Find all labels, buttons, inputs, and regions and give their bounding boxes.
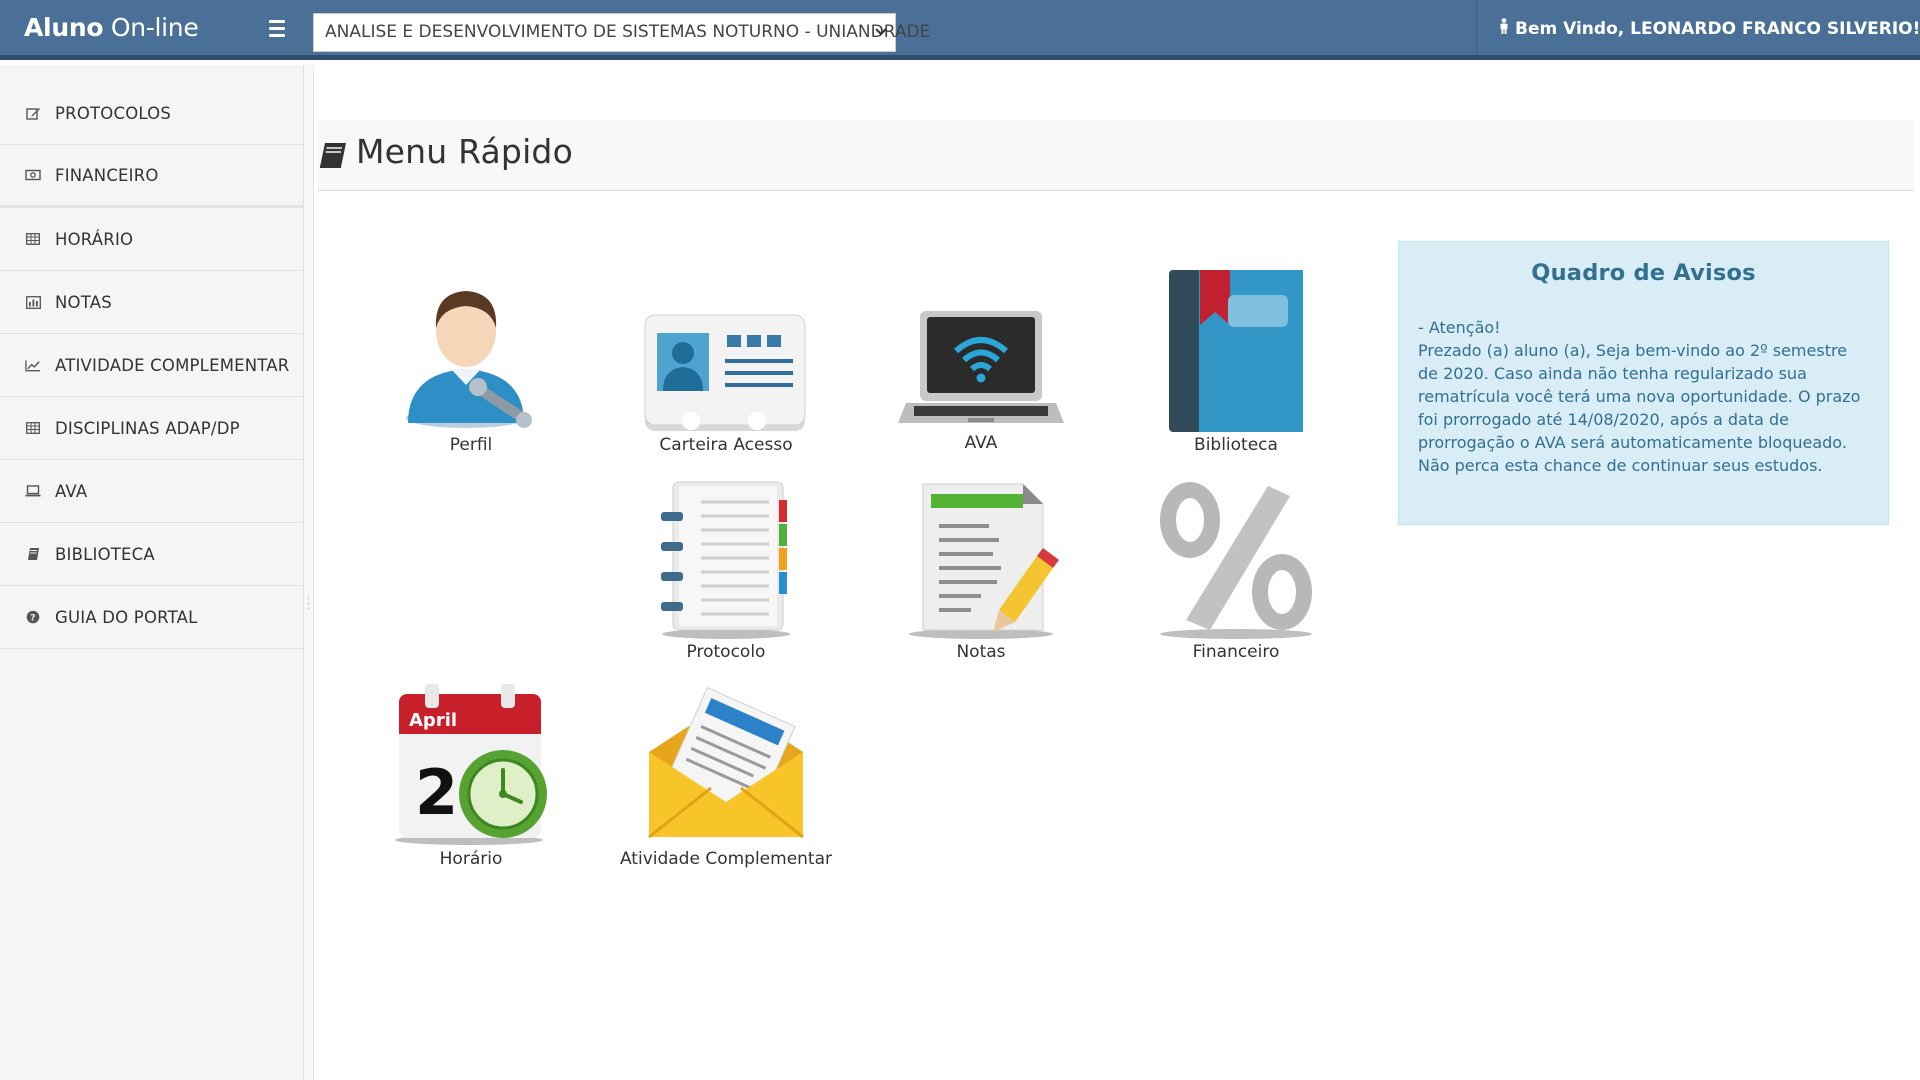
notice-board: Quadro de Avisos - Atenção! Prezado (a) … [1398,241,1889,525]
notice-body: - Atenção! Prezado (a) aluno (a), Seja b… [1418,318,1861,475]
user-menu[interactable]: Bem Vindo, LEONARDO FRANCO SILVERIO! [1499,0,1920,55]
tile-label: Notas [956,642,1006,662]
top-navbar: Aluno On-line ANALISE E DESENVOLVIMENTO … [0,0,1920,60]
sidebar-item-label: AVA [55,481,88,501]
sidebar-item-label: GUIA DO PORTAL [55,607,198,627]
book-icon [318,120,348,190]
id-card-icon [641,263,811,433]
brand-logo[interactable]: Aluno On-line [24,0,199,55]
sidebar-item-label: NOTAS [55,292,112,312]
library-book-icon [1151,263,1321,433]
tile-label: Protocolo [686,642,766,662]
tile-perfil[interactable]: Perfil [346,263,596,455]
sidebar-item-notas[interactable]: NOTAS [0,271,303,334]
edit-icon [25,105,41,121]
tile-horario[interactable]: April 2 Horário [346,677,596,869]
person-icon [1499,0,1509,58]
table-icon [25,420,41,436]
sidebar: PROTOCOLOS FINANCEIRO HORÁRIO NOTAS ATIV… [0,65,304,1080]
sidebar-divider [304,65,314,1080]
tile-label: Horário [439,849,503,869]
tile-label: Perfil [449,435,493,455]
sidebar-item-atividade-complementar[interactable]: ATIVIDADE COMPLEMENTAR [0,334,303,397]
tile-label: Financeiro [1192,642,1280,662]
sidebar-item-label: BIBLIOTECA [55,544,155,564]
sidebar-item-ava[interactable]: AVA [0,460,303,523]
sidebar-item-label: DISCIPLINAS ADAP/DP [55,418,240,438]
sidebar-item-guia-do-portal[interactable]: ? GUIA DO PORTAL [0,586,303,649]
menu-toggle-icon[interactable] [262,13,292,43]
tile-financeiro[interactable]: Financeiro [1111,470,1361,662]
sidebar-item-label: HORÁRIO [55,229,134,249]
notice-title: Quadro de Avisos [1531,260,1756,286]
sidebar-item-disciplinas-adap-dp[interactable]: DISCIPLINAS ADAP/DP [0,397,303,460]
page-header: Menu Rápido [318,120,1914,191]
percent-icon [1151,470,1321,640]
calendar-clock-icon: April 2 [386,677,556,847]
tile-label: Carteira Acesso [659,435,793,455]
sidebar-item-protocolos[interactable]: PROTOCOLOS [0,82,303,145]
bar-chart-icon [25,294,41,310]
user-profile-icon [386,263,556,433]
tile-notas[interactable]: Notas [856,470,1106,662]
tile-label: Atividade Complementar [619,849,833,869]
question-circle-icon: ? [25,609,41,625]
notebook-icon [641,470,811,640]
sidebar-item-horario[interactable]: HORÁRIO [0,208,303,271]
tile-carteira-acesso[interactable]: Carteira Acesso [601,263,851,455]
book-icon [25,546,41,562]
sidebar-item-label: ATIVIDADE COMPLEMENTAR [55,355,290,375]
tile-protocolo[interactable]: Protocolo [601,470,851,662]
svg-text:?: ? [30,614,35,624]
sidebar-item-label: PROTOCOLOS [55,103,172,123]
laptop-wifi-icon [896,263,1066,431]
user-greeting: Bem Vindo, LEONARDO FRANCO SILVERIO! [1515,19,1920,39]
tile-biblioteca[interactable]: Biblioteca [1111,263,1361,455]
tile-label: Biblioteca [1194,435,1278,455]
money-icon [25,167,41,183]
resize-handle-icon[interactable]: · · · [307,595,310,615]
brand-bold: Aluno [24,13,104,42]
sidebar-item-biblioteca[interactable]: BIBLIOTECA [0,523,303,586]
chevron-down-icon [875,14,887,51]
laptop-icon [25,483,41,499]
tile-label: AVA [964,433,998,453]
envelope-letter-icon [641,677,811,847]
course-select[interactable]: ANALISE E DESENVOLVIMENTO DE SISTEMAS NO… [313,13,930,52]
tile-atividade-complementar[interactable]: Atividade Complementar [601,677,851,869]
line-chart-icon [25,357,41,373]
tile-ava[interactable]: AVA [856,263,1106,453]
brand-rest: On-line [103,13,199,42]
sidebar-item-financeiro[interactable]: FINANCEIRO [0,145,303,208]
table-icon [25,231,41,247]
document-pencil-icon [896,470,1066,640]
calendar-day: 2 [415,756,458,829]
course-select-value: ANALISE E DESENVOLVIMENTO DE SISTEMAS NO… [325,22,931,42]
calendar-month: April [409,710,457,731]
user-area: Bem Vindo, LEONARDO FRANCO SILVERIO! [1476,0,1920,55]
page-title: Menu Rápido [356,132,573,171]
sidebar-item-label: FINANCEIRO [55,165,159,185]
